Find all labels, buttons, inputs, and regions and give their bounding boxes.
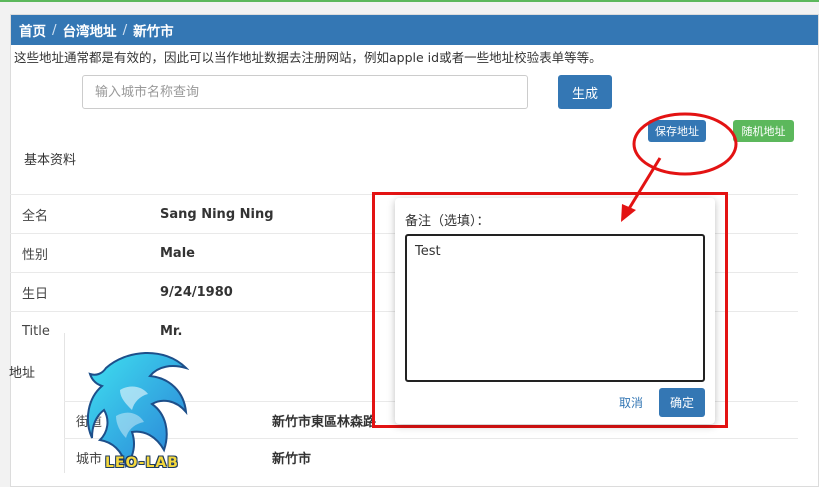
breadcrumb-separator: / bbox=[52, 22, 57, 38]
address-title: 地址 bbox=[9, 366, 36, 381]
breadcrumb-separator: / bbox=[122, 22, 128, 38]
watermark-text: LEO-LAB bbox=[105, 455, 179, 471]
confirm-button[interactable]: 确定 bbox=[659, 388, 705, 417]
info-label: Title bbox=[22, 323, 50, 339]
notice-text: 这些地址通常都是有效的，因此可以当作地址数据去注册网站，例如apple id或者… bbox=[14, 50, 602, 65]
top-accent-strip bbox=[0, 0, 819, 2]
info-value: Male bbox=[160, 245, 195, 261]
info-value: Mr. bbox=[160, 323, 183, 339]
address-value: 新竹市 bbox=[272, 452, 312, 467]
info-label: 生日 bbox=[22, 286, 49, 302]
note-dialog: 备注（选填）： Test 取消 确定 bbox=[395, 198, 715, 424]
address-value: 新竹市東區林森路 bbox=[272, 415, 377, 430]
basic-info-title: 基本资料 bbox=[24, 153, 77, 168]
breadcrumb-city: 新竹市 bbox=[133, 24, 174, 40]
generate-button[interactable]: 生成 bbox=[558, 75, 612, 109]
info-label: 性别 bbox=[22, 247, 49, 263]
breadcrumb-region[interactable]: 台湾地址 bbox=[63, 20, 117, 40]
breadcrumb: 首页 / 台湾地址 / 新竹市 bbox=[11, 15, 818, 45]
save-address-button[interactable]: 保存地址 bbox=[648, 120, 706, 142]
random-address-button[interactable]: 随机地址 bbox=[733, 120, 794, 142]
info-value: Sang Ning Ning bbox=[160, 206, 274, 222]
note-label: 备注（选填）： bbox=[405, 214, 490, 229]
city-search-input[interactable] bbox=[82, 75, 528, 109]
info-value: 9/24/1980 bbox=[160, 284, 233, 300]
cancel-button[interactable]: 取消 bbox=[619, 394, 643, 411]
info-label: 全名 bbox=[22, 208, 49, 224]
note-textarea[interactable]: Test bbox=[405, 234, 705, 382]
breadcrumb-home[interactable]: 首页 bbox=[19, 20, 46, 40]
